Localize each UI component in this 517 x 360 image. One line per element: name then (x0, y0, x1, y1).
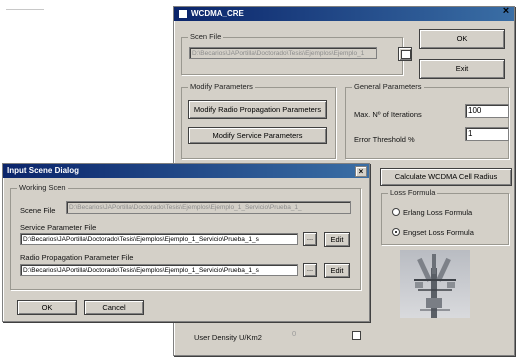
dialog-title-bar: Input Scene Dialog (3, 164, 369, 178)
exit-button[interactable]: Exit (419, 59, 505, 79)
scene-file-label: Scene File (20, 206, 56, 215)
radio-file-field[interactable]: D:\Becarios\JAPortilla\Doctorado\Tesis\E… (20, 264, 298, 276)
loss-formula-group: Loss Formula (381, 188, 509, 245)
dialog-close-icon[interactable]: × (355, 166, 367, 177)
erlang-label: Erlang Loss Formula (403, 208, 473, 217)
dialog-ok-button[interactable]: OK (17, 300, 77, 315)
ok-button[interactable]: OK (419, 29, 505, 49)
close-icon[interactable]: × (501, 6, 511, 17)
dialog-cancel-button[interactable]: Cancel (84, 300, 144, 315)
service-browse-button[interactable]: ... (303, 232, 317, 246)
scen-browse-button[interactable] (398, 47, 412, 61)
service-edit-button[interactable]: Edit (324, 232, 350, 247)
scen-file-label: Scen File (188, 32, 224, 41)
engset-radio[interactable] (392, 228, 400, 236)
service-file-label: Service Parameter File (20, 223, 97, 232)
modify-radio-button[interactable]: Modify Radio Propagation Parameters (188, 100, 327, 119)
app-icon (178, 8, 188, 19)
scene-file-field[interactable]: D:\Becarios\JAPortilla\Doctorado\Tesis\E… (66, 201, 351, 214)
general-parameters-group: General Parameters (345, 82, 509, 159)
user-density-value: 0 (292, 329, 297, 338)
general-parameters-label: General Parameters (352, 82, 424, 91)
radio-file-label: Radio Propagation Parameter File (20, 253, 134, 262)
divider-line (6, 9, 44, 10)
service-file-field[interactable]: D:\Becarios\JAPortilla\Doctorado\Tesis\E… (20, 233, 298, 245)
error-threshold-label: Error Threshold % (354, 135, 415, 144)
input-scene-dialog: Input Scene Dialog × Working Scen Scene … (2, 163, 370, 322)
antenna-image (400, 250, 470, 318)
dialog-title: Input Scene Dialog (7, 166, 80, 175)
window-title: WCDMA_CRE (191, 9, 244, 18)
antenna-mast-icon (414, 254, 456, 318)
max-iterations-input[interactable]: 100 (465, 104, 509, 118)
browse-icon (401, 50, 411, 59)
erlang-radio[interactable] (392, 208, 400, 216)
engset-label: Engset Loss Formula (403, 228, 474, 237)
radio-edit-button[interactable]: Edit (324, 263, 350, 278)
modify-parameters-label: Modify Parameters (188, 82, 255, 91)
radio-browse-button[interactable]: ... (303, 263, 317, 277)
loss-formula-label: Loss Formula (388, 188, 438, 197)
scen-file-field[interactable]: D:\Becarios\JAPortilla\Doctorado\Tesis\E… (189, 47, 377, 59)
calculate-cell-radius-button[interactable]: Calculate WCDMA Cell Radius (380, 168, 512, 186)
modify-parameters-group: Modify Parameters (181, 82, 336, 159)
working-scen-label: Working Scen (17, 183, 68, 192)
user-density-checkbox[interactable] (352, 331, 361, 340)
error-threshold-input[interactable]: 1 (465, 127, 509, 141)
max-iterations-label: Max. Nº of Iterations (354, 110, 422, 119)
user-density-label: User Density U/Km2 (194, 333, 262, 342)
main-title-bar: WCDMA_CRE (174, 7, 514, 21)
modify-service-button[interactable]: Modify Service Parameters (188, 127, 327, 144)
